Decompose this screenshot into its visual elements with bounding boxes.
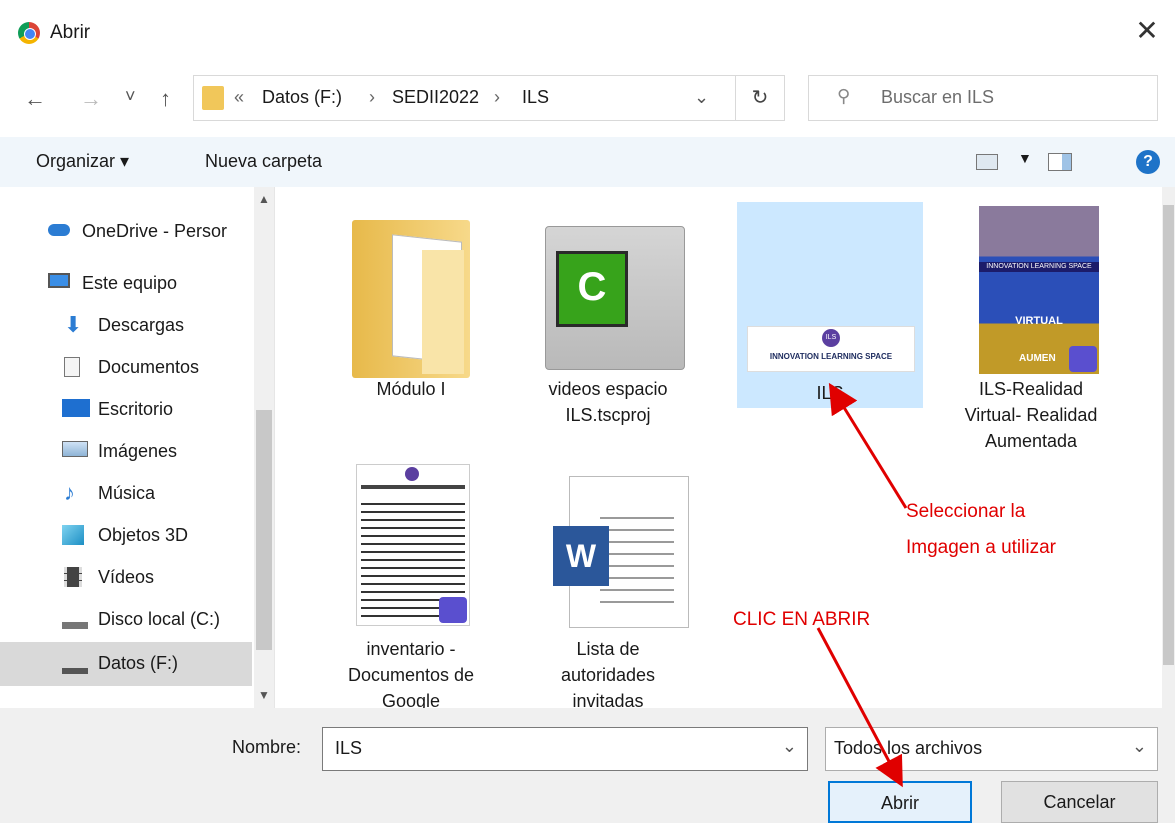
arrow-to-ils	[828, 382, 908, 509]
annotation-arrows	[816, 382, 908, 788]
arrow-to-abrir	[816, 627, 903, 788]
